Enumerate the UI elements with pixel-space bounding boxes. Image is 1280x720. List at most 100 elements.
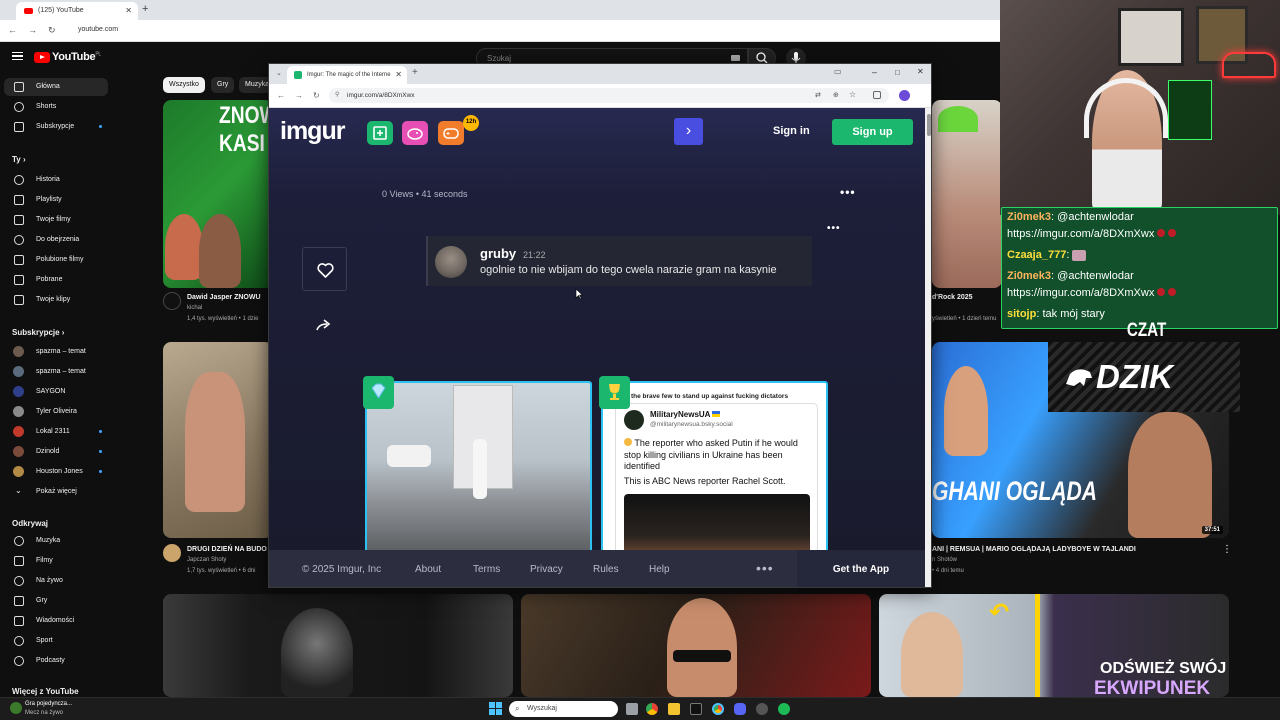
imgur-logo[interactable]: imgur bbox=[280, 117, 345, 146]
taskbar-search-input[interactable]: ⌕ Wyszukaj bbox=[509, 701, 618, 717]
video-title[interactable]: Dawid Jasper ZNOWU bbox=[187, 294, 261, 301]
sidebar-you-header[interactable]: Ty › bbox=[12, 155, 26, 164]
video-channel[interactable]: n Shotów bbox=[932, 557, 957, 563]
sidebar-item-your-clips[interactable]: Twoje klipy bbox=[4, 291, 108, 309]
keyboard-icon[interactable] bbox=[731, 55, 740, 61]
share-button[interactable] bbox=[314, 316, 334, 336]
sidebar-item-downloads[interactable]: Pobrane bbox=[4, 271, 108, 289]
sidebar-sub-item[interactable]: Houston Jones bbox=[4, 463, 108, 481]
sidebar-item-gaming[interactable]: Gry bbox=[4, 592, 108, 610]
video-title[interactable]: ANI | REMSUA | MARIO OGLĄDAJĄ LADYBOYE W… bbox=[932, 546, 1136, 553]
new-tab-icon[interactable]: + bbox=[142, 3, 148, 15]
obs-icon[interactable] bbox=[756, 703, 768, 715]
outer-url[interactable]: youtube.com bbox=[78, 26, 118, 33]
close-tab-icon[interactable]: ✕ bbox=[395, 70, 402, 79]
tab-actions-icon[interactable]: ▭ bbox=[834, 67, 842, 76]
chrome-active-icon[interactable] bbox=[712, 703, 724, 715]
forward-icon[interactable]: → bbox=[295, 91, 303, 100]
favorite-button[interactable] bbox=[302, 247, 347, 291]
post-options-icon[interactable]: ••• bbox=[840, 185, 856, 199]
reload-icon[interactable]: ↻ bbox=[48, 25, 56, 36]
sidebar-item-playlists[interactable]: Playlisty bbox=[4, 191, 108, 209]
terminal-icon[interactable] bbox=[690, 703, 702, 715]
tab-youtube[interactable]: (125) YouTube ✕ bbox=[16, 2, 138, 20]
image-options-icon[interactable]: ••• bbox=[827, 223, 841, 234]
sidebar-sub-item[interactable]: Lokal 2311 bbox=[4, 423, 108, 441]
inner-url[interactable]: ⚲ imgur.com/a/8DXmXwx ⇄ ⊕ ☆ bbox=[329, 88, 889, 103]
sidebar-item-home[interactable]: Główna bbox=[4, 78, 108, 96]
sidebar-item-your-videos[interactable]: Twoje filmy bbox=[4, 211, 108, 229]
channel-avatar[interactable] bbox=[163, 292, 181, 310]
sidebar-item-history[interactable]: Historia bbox=[4, 171, 108, 189]
video-channel[interactable]: Japczan Shoty bbox=[187, 557, 226, 563]
sidebar-item-shorts[interactable]: Shorts bbox=[4, 98, 108, 116]
sidebar-sub-item[interactable]: spazma – temat bbox=[4, 363, 108, 381]
get-the-app-button[interactable]: Get the App bbox=[797, 550, 925, 587]
games-button[interactable] bbox=[438, 121, 464, 145]
back-icon[interactable]: ← bbox=[277, 91, 285, 100]
video-thumbnail[interactable] bbox=[521, 594, 871, 697]
reload-icon[interactable]: ↻ bbox=[313, 91, 320, 100]
footer-more-icon[interactable]: ••• bbox=[756, 560, 774, 576]
new-tab-icon[interactable]: + bbox=[412, 67, 418, 78]
sidebar-sub-item[interactable]: Tyler Oliveira bbox=[4, 403, 108, 421]
spotify-icon[interactable] bbox=[778, 703, 790, 715]
footer-link-help[interactable]: Help bbox=[649, 564, 670, 575]
chrome-icon[interactable] bbox=[646, 703, 658, 715]
sidebar-sub-item[interactable]: Dzinold bbox=[4, 443, 108, 461]
sidebar-show-more[interactable]: ⌄ Pokaż więcej bbox=[4, 483, 108, 501]
close-window-icon[interactable]: ✕ bbox=[917, 67, 924, 76]
sidebar-item-live[interactable]: Na żywo bbox=[4, 572, 108, 590]
tab-search-icon[interactable]: ⌄ bbox=[276, 69, 282, 77]
sidebar-item-news[interactable]: Wiadomości bbox=[4, 612, 108, 630]
next-post-button[interactable]: › bbox=[674, 118, 703, 145]
chip-all[interactable]: Wszystko bbox=[163, 77, 205, 93]
maximize-icon[interactable]: □ bbox=[895, 68, 900, 77]
minimize-icon[interactable]: – bbox=[872, 67, 877, 77]
extensions-icon[interactable] bbox=[873, 91, 881, 99]
sidebar-item-movies[interactable]: Filmy bbox=[4, 552, 108, 570]
chip-gaming[interactable]: Gry bbox=[211, 77, 235, 93]
related-post-card[interactable] bbox=[365, 381, 592, 556]
youtube-logo-text[interactable]: YouTubePL bbox=[52, 51, 101, 63]
back-icon[interactable]: ← bbox=[8, 25, 17, 35]
zoom-icon[interactable]: ⊕ bbox=[833, 91, 839, 99]
forward-icon[interactable]: → bbox=[28, 25, 37, 35]
weather-icon[interactable] bbox=[10, 702, 22, 714]
video-thumbnail[interactable] bbox=[163, 342, 273, 538]
sidebar-sub-item[interactable]: spazma – temat bbox=[4, 343, 108, 361]
more-actions-icon[interactable]: ⋮ bbox=[1222, 544, 1232, 555]
gift-button[interactable] bbox=[402, 121, 428, 145]
task-view-icon[interactable] bbox=[626, 703, 638, 715]
discord-icon[interactable] bbox=[734, 703, 746, 715]
new-post-button[interactable] bbox=[367, 121, 393, 145]
footer-link-terms[interactable]: Terms bbox=[473, 564, 500, 575]
translate-icon[interactable]: ⇄ bbox=[815, 91, 821, 99]
imgur-browser-window[interactable]: ⌄ Imgur: The magic of the Interne ✕ + ▭ … bbox=[268, 63, 932, 588]
sidebar-item-music[interactable]: Muzyka bbox=[4, 532, 108, 550]
scrollbar-thumb[interactable] bbox=[927, 114, 931, 136]
footer-link-privacy[interactable]: Privacy bbox=[530, 564, 563, 575]
page-scrollbar[interactable] bbox=[925, 108, 931, 587]
tab-imgur[interactable]: Imgur: The magic of the Interne ✕ bbox=[287, 66, 407, 84]
video-thumbnail[interactable]: ZNOW KASI bbox=[163, 100, 273, 288]
sidebar-item-subscriptions[interactable]: Subskrypcje bbox=[4, 118, 108, 136]
footer-link-about[interactable]: About bbox=[415, 564, 441, 575]
file-explorer-icon[interactable] bbox=[668, 703, 680, 715]
video-thumbnail[interactable] bbox=[163, 594, 513, 697]
video-title[interactable]: DRUGI DZIEŃ NA BUDO bbox=[187, 546, 267, 553]
site-info-icon[interactable]: ⚲ bbox=[335, 91, 339, 98]
sidebar-sub-item[interactable]: SAYGON bbox=[4, 383, 108, 401]
sign-in-link[interactable]: Sign in bbox=[773, 125, 810, 137]
footer-link-rules[interactable]: Rules bbox=[593, 564, 619, 575]
video-channel[interactable]: kichal bbox=[187, 305, 202, 311]
sign-up-button[interactable]: Sign up bbox=[832, 119, 913, 145]
profile-avatar[interactable] bbox=[899, 90, 910, 101]
windows-start-icon[interactable] bbox=[489, 702, 502, 715]
youtube-logo-icon[interactable] bbox=[34, 52, 50, 63]
hamburger-menu-icon[interactable] bbox=[12, 52, 23, 60]
video-thumbnail[interactable] bbox=[932, 100, 1002, 288]
video-title[interactable]: d'Rock 2025 bbox=[932, 294, 973, 301]
sidebar-subs-header[interactable]: Subskrypcje › bbox=[12, 328, 64, 337]
close-tab-icon[interactable]: ✕ bbox=[125, 6, 132, 15]
